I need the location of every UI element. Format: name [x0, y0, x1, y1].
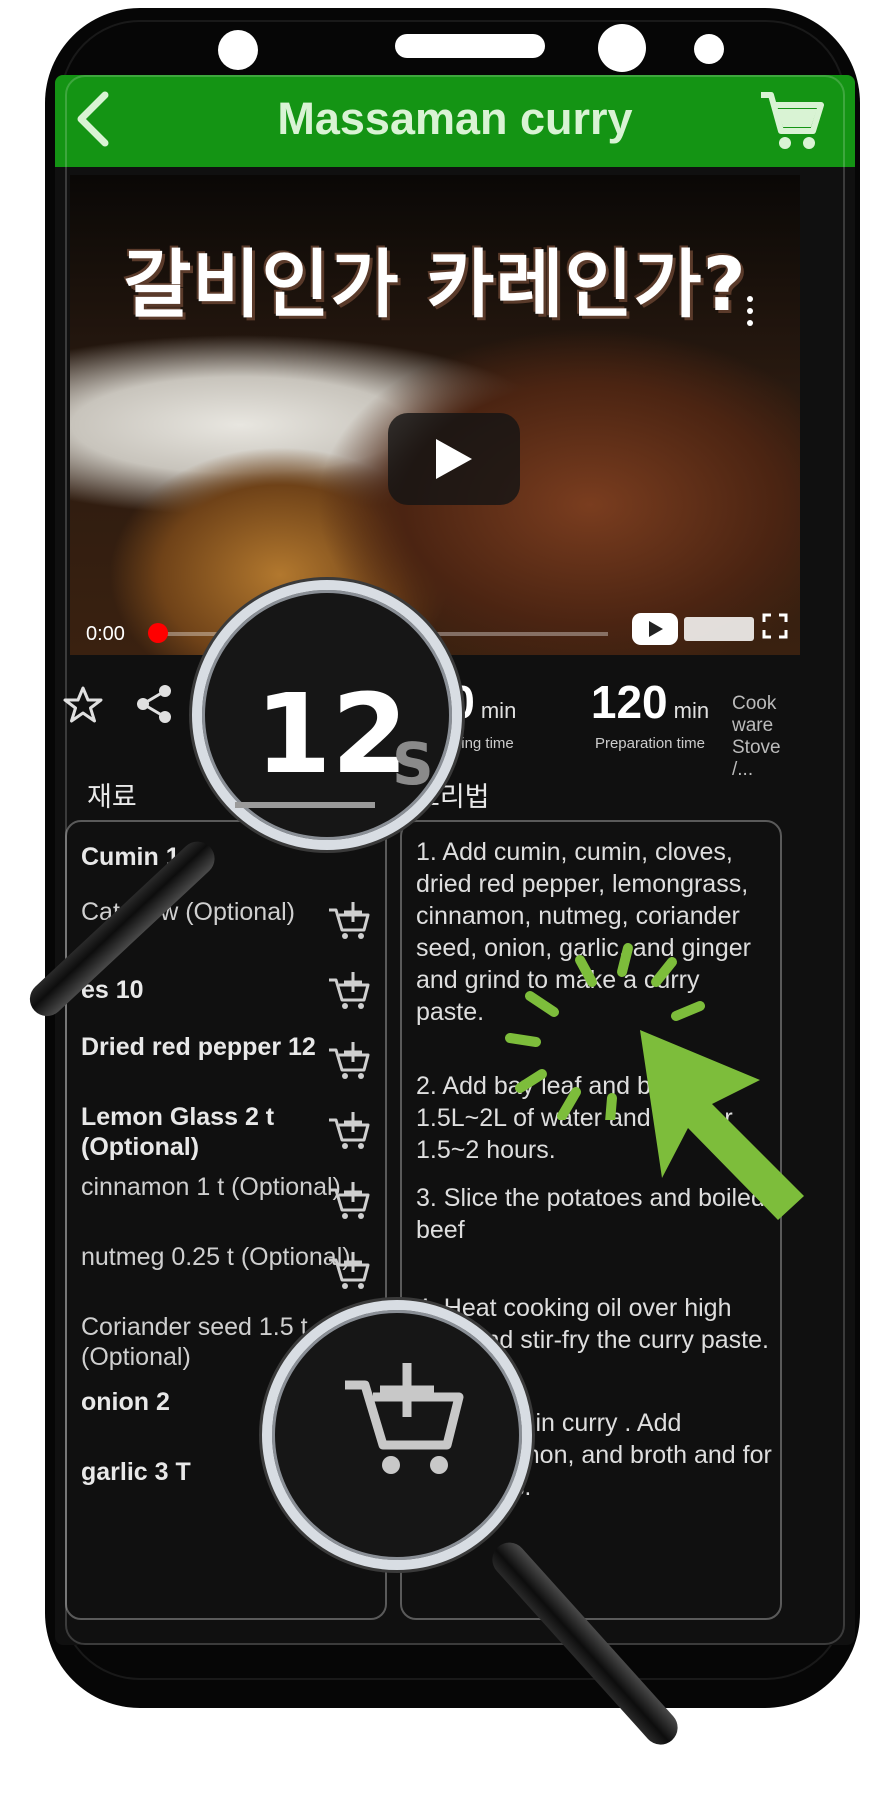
ingredient-name: nutmeg 0.25 t (Optional): [81, 1243, 351, 1271]
favorite-star-icon[interactable]: [63, 685, 103, 725]
magnified-portion-suffix: S: [392, 730, 434, 798]
ingredient-name: Coriander seed 1.5 t (Optional): [81, 1313, 308, 1371]
video-more-icon[interactable]: [740, 293, 760, 333]
ingredients-title: 재료: [87, 782, 137, 812]
ingredient-name: garlic 3 T: [81, 1458, 191, 1486]
add-to-cart-icon[interactable]: [327, 970, 371, 1010]
add-to-cart-icon[interactable]: [327, 1040, 371, 1080]
add-to-cart-icon[interactable]: [327, 1180, 371, 1220]
add-to-cart-icon[interactable]: [327, 1250, 371, 1290]
magnified-underline: [235, 802, 375, 808]
share-icon[interactable]: [133, 683, 175, 725]
back-button[interactable]: [67, 87, 131, 151]
preparation-time-label: Preparation time: [594, 735, 706, 752]
add-to-cart-icon[interactable]: [327, 1110, 371, 1150]
ingredient-name: Lemon Glass 2 t (Optional): [81, 1103, 275, 1161]
play-button[interactable]: [388, 413, 520, 505]
play-icon: [436, 439, 472, 479]
video-current-time: 0:00: [86, 623, 125, 645]
video-progress-knob[interactable]: [148, 623, 168, 643]
page-title: Massaman curry: [277, 93, 633, 144]
cooking-time-unit: min: [480, 698, 517, 723]
video-caption: 갈비인가 카레인가?: [123, 242, 747, 328]
proximity-sensor: [694, 34, 724, 64]
front-sensor: [218, 30, 258, 70]
ingredient-name: Dried red pepper 12: [81, 1033, 316, 1061]
preparation-time-value: 120: [590, 676, 668, 728]
video-player[interactable]: 갈비인가 카레인가? 0:00: [70, 175, 800, 655]
back-arrow-icon: [77, 91, 109, 147]
add-to-cart-icon[interactable]: [327, 900, 371, 940]
preparation-time-unit: min: [673, 698, 710, 723]
cart-button[interactable]: [755, 85, 827, 157]
preparation-time-stat: 120 min Preparation time: [565, 675, 735, 752]
ingredient-name: cinnamon 1 t (Optional): [81, 1173, 341, 1201]
magnified-portion-value: 12: [255, 670, 409, 798]
youtube-logo-icon[interactable]: [630, 607, 760, 651]
magnified-add-to-cart-icon: [335, 1345, 475, 1485]
ingredient-name: onion 2: [81, 1388, 170, 1416]
shopping-cart-icon: [761, 92, 824, 149]
fullscreen-icon[interactable]: [762, 613, 788, 639]
earpiece-speaker: [395, 34, 545, 58]
front-camera: [598, 24, 646, 72]
cookware-info: Cook ware Stove /...: [732, 693, 781, 780]
app-bar: Massaman curry: [55, 75, 855, 167]
pointer-arrow-icon: [600, 1010, 820, 1230]
